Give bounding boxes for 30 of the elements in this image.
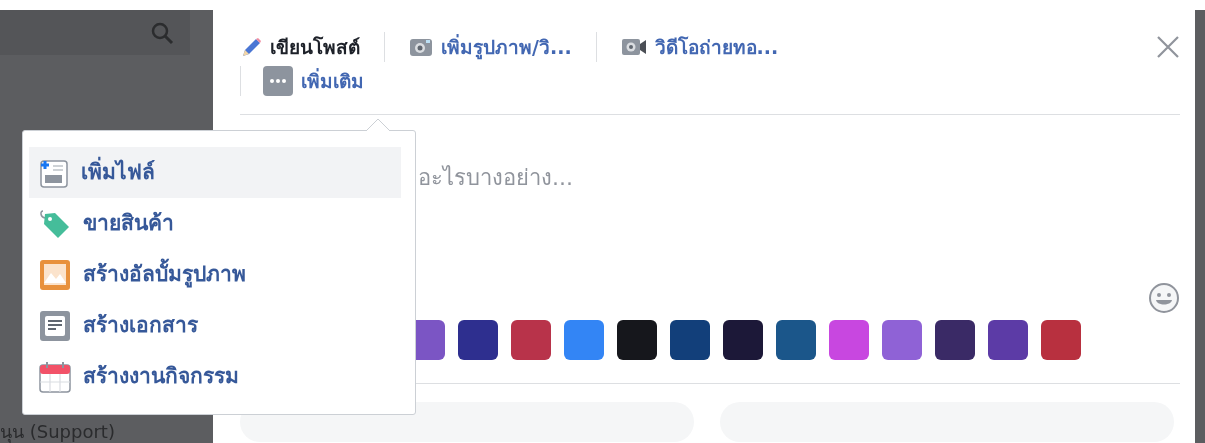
background-swatch[interactable] xyxy=(935,320,975,360)
background-swatch[interactable] xyxy=(882,320,922,360)
composer-tab[interactable]: วิดีโอถ่ายทอ... xyxy=(620,32,779,62)
more-icon xyxy=(263,66,293,96)
menu-item[interactable]: เพิ่มไฟล์ xyxy=(29,147,401,198)
document-icon xyxy=(39,309,71,342)
emoji-icon[interactable] xyxy=(1148,282,1180,314)
search-field[interactable] xyxy=(0,10,190,55)
file-add-icon xyxy=(39,157,69,188)
background-swatch[interactable] xyxy=(723,320,763,360)
photo-album-icon xyxy=(39,258,71,291)
camera-icon xyxy=(409,36,433,58)
tag-icon xyxy=(39,207,71,240)
composer-tab[interactable]: เพิ่มรูปภาพ/วิ... xyxy=(409,32,572,62)
background-swatch[interactable] xyxy=(776,320,816,360)
background-swatch[interactable] xyxy=(829,320,869,360)
background-swatch[interactable] xyxy=(458,320,498,360)
calendar-icon xyxy=(39,360,71,393)
video-camera-icon xyxy=(620,37,647,57)
background-swatch[interactable] xyxy=(988,320,1028,360)
search-icon xyxy=(150,20,174,45)
background-swatch[interactable] xyxy=(564,320,604,360)
pencil-icon xyxy=(240,36,262,58)
background-swatch[interactable] xyxy=(1041,320,1081,360)
composer-tab[interactable]: เพิ่มเติม xyxy=(263,66,364,96)
background-swatch[interactable] xyxy=(670,320,710,360)
background-swatch[interactable] xyxy=(511,320,551,360)
close-icon[interactable] xyxy=(1156,35,1180,59)
composer-tab[interactable]: เขียนโพสต์ xyxy=(240,32,360,62)
background-swatch[interactable] xyxy=(617,320,657,360)
